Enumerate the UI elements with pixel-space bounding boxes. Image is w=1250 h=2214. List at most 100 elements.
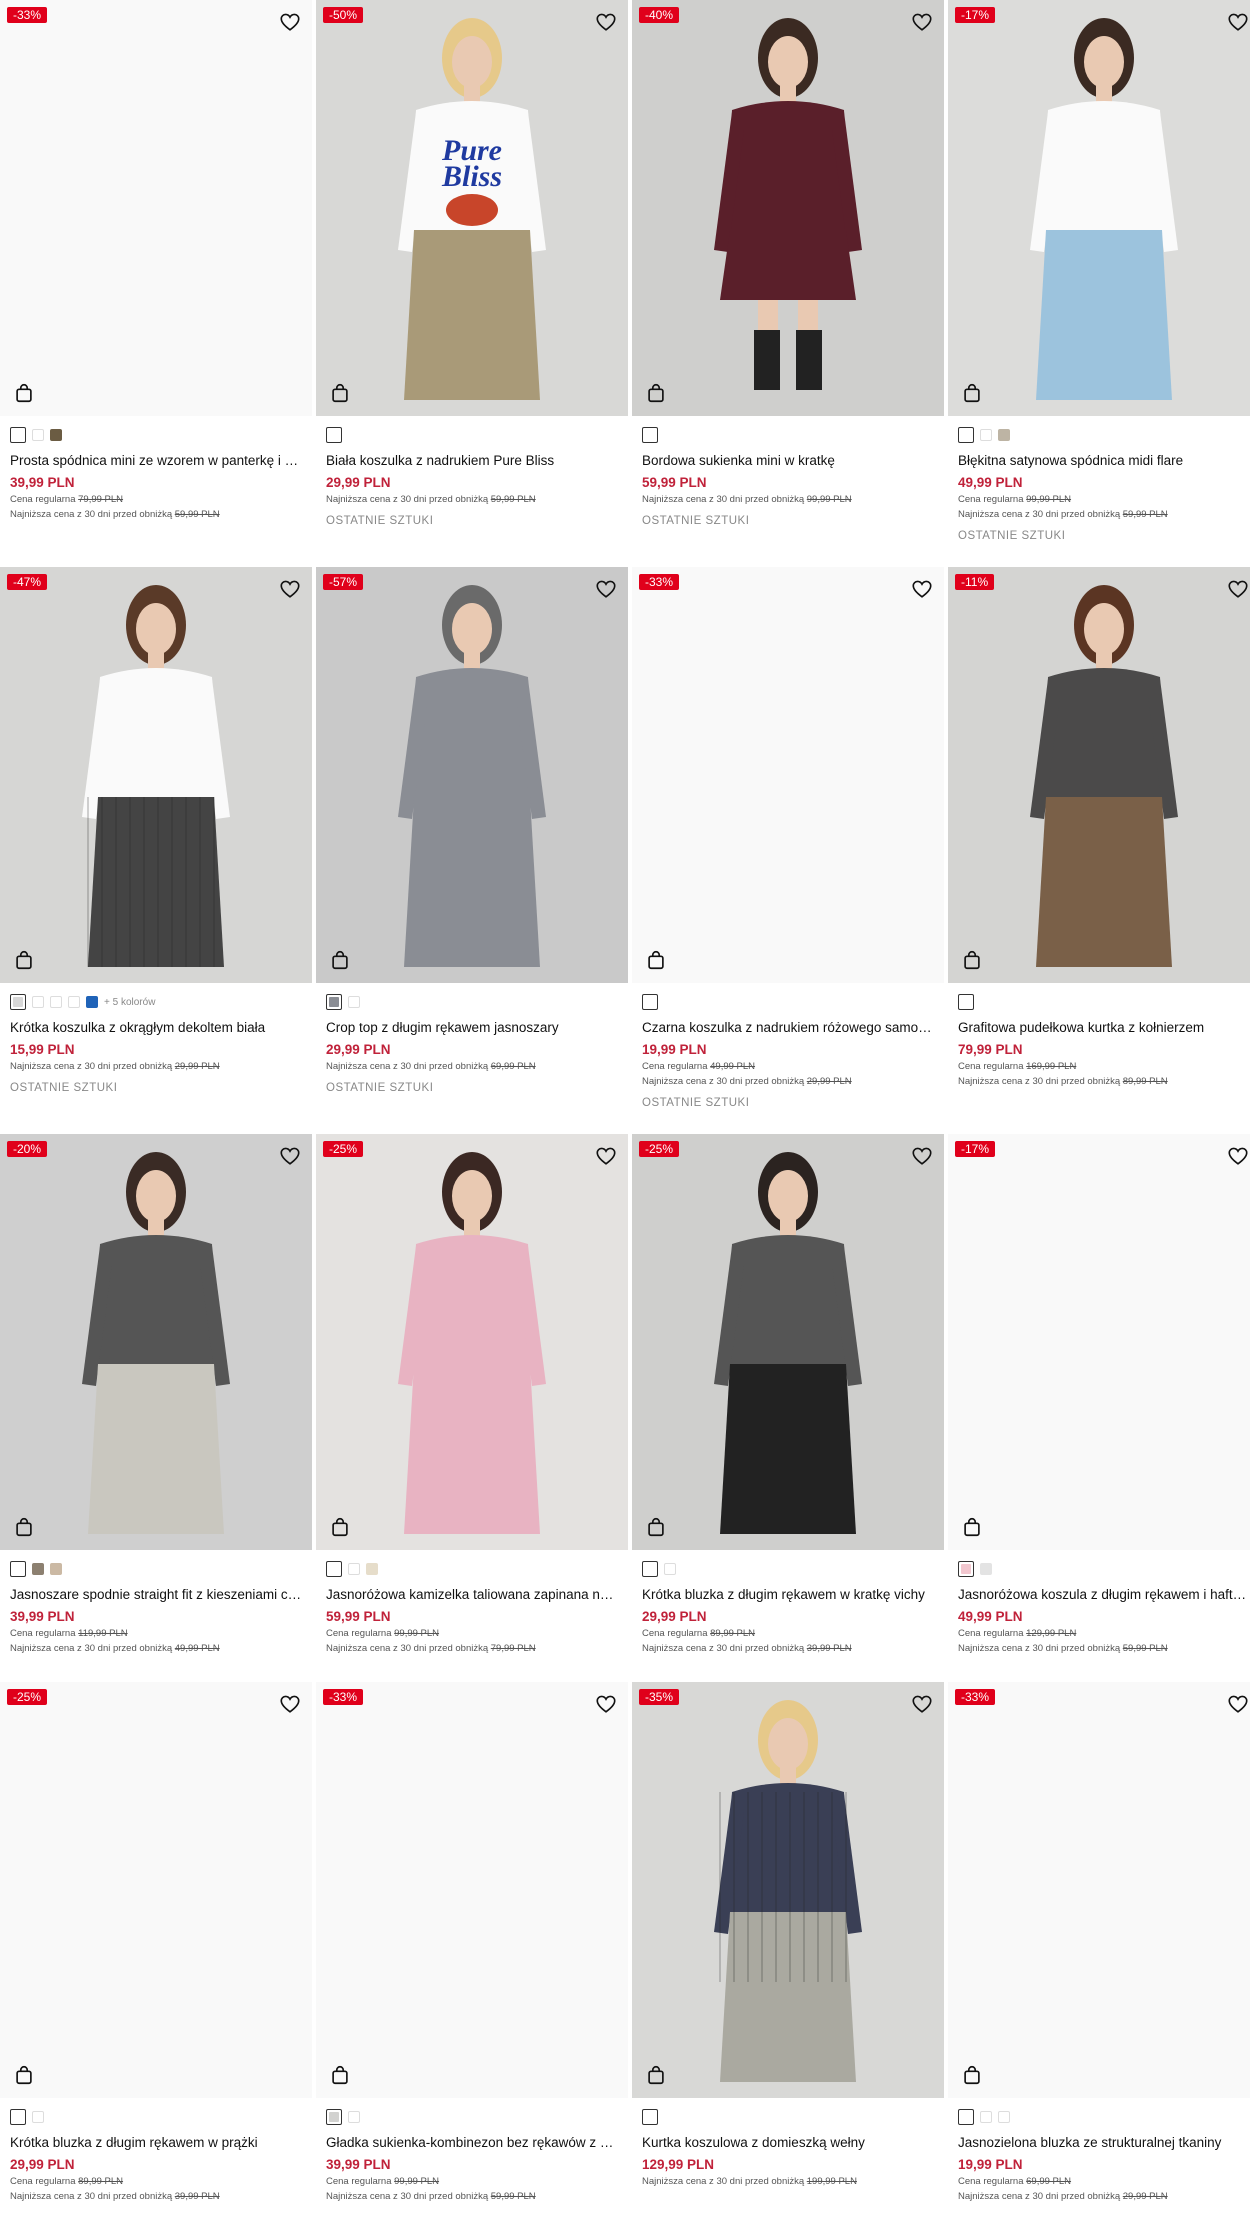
product-name[interactable]: Jasnozielona bluzka ze strukturalnej tka… xyxy=(958,2135,1250,2150)
shopping-bag-icon[interactable] xyxy=(961,2064,983,2086)
product-name[interactable]: Kurtka koszulowa z domieszką wełny xyxy=(642,2135,934,2150)
color-swatch-selected[interactable] xyxy=(326,994,342,1010)
color-swatch[interactable] xyxy=(86,996,98,1008)
color-swatch-selected[interactable] xyxy=(642,427,658,443)
heart-icon[interactable] xyxy=(1227,11,1249,33)
heart-icon[interactable] xyxy=(1227,1145,1249,1167)
shopping-bag-icon[interactable] xyxy=(13,382,35,404)
product-image[interactable]: -33% xyxy=(948,1682,1250,2098)
color-swatch-selected[interactable] xyxy=(326,1561,342,1577)
shopping-bag-icon[interactable] xyxy=(329,1516,351,1538)
color-swatch[interactable] xyxy=(366,1563,378,1575)
product-image[interactable]: -25% xyxy=(316,1134,628,1550)
heart-icon[interactable] xyxy=(595,578,617,600)
heart-icon[interactable] xyxy=(595,1693,617,1715)
product-image[interactable]: -17% xyxy=(948,1134,1250,1550)
product-card[interactable]: -47% + 5 kolorów Krótka koszulka z okrąg… xyxy=(0,567,312,1094)
color-swatch-selected[interactable] xyxy=(642,2109,658,2125)
product-card[interactable]: -33% Gładka sukienka-kombinezon bez ręka… xyxy=(316,1682,628,2202)
product-name[interactable]: Czarna koszulka z nadrukiem różowego sam… xyxy=(642,1020,934,1035)
shopping-bag-icon[interactable] xyxy=(645,949,667,971)
heart-icon[interactable] xyxy=(911,1693,933,1715)
color-swatch-selected[interactable] xyxy=(642,1561,658,1577)
product-image[interactable]: -20% xyxy=(0,1134,312,1550)
heart-icon[interactable] xyxy=(279,578,301,600)
product-card[interactable]: -40% Bordowa sukienka mini w kratkę 59,9… xyxy=(632,0,944,527)
product-image[interactable]: -11% xyxy=(948,567,1250,983)
color-swatch[interactable] xyxy=(664,1563,676,1575)
color-swatch-selected[interactable] xyxy=(958,427,974,443)
color-swatch[interactable] xyxy=(32,429,44,441)
color-swatch-selected[interactable] xyxy=(326,427,342,443)
color-swatch[interactable] xyxy=(998,429,1010,441)
shopping-bag-icon[interactable] xyxy=(13,2064,35,2086)
color-swatch[interactable] xyxy=(980,429,992,441)
color-swatch-selected[interactable] xyxy=(958,2109,974,2125)
color-swatch-selected[interactable] xyxy=(642,994,658,1010)
product-card[interactable]: -33% Jasnozielona bluzka ze strukturalne… xyxy=(948,1682,1250,2202)
product-name[interactable]: Krótka bluzka z długim rękawem w prążki xyxy=(10,2135,302,2150)
color-swatch[interactable] xyxy=(50,429,62,441)
product-name[interactable]: Jasnoróżowa kamizelka taliowana zapinana… xyxy=(326,1587,618,1602)
shopping-bag-icon[interactable] xyxy=(645,1516,667,1538)
color-swatch-selected[interactable] xyxy=(10,1561,26,1577)
shopping-bag-icon[interactable] xyxy=(13,949,35,971)
product-image[interactable]: -33% xyxy=(632,567,944,983)
product-image[interactable]: -40% xyxy=(632,0,944,416)
shopping-bag-icon[interactable] xyxy=(645,382,667,404)
shopping-bag-icon[interactable] xyxy=(961,1516,983,1538)
product-name[interactable]: Crop top z długim rękawem jasnoszary xyxy=(326,1020,618,1035)
heart-icon[interactable] xyxy=(595,1145,617,1167)
color-swatch[interactable] xyxy=(348,996,360,1008)
color-swatch[interactable] xyxy=(50,1563,62,1575)
product-name[interactable]: Prosta spódnica mini ze wzorem w panterk… xyxy=(10,453,302,468)
product-name[interactable]: Bordowa sukienka mini w kratkę xyxy=(642,453,934,468)
shopping-bag-icon[interactable] xyxy=(961,949,983,971)
product-name[interactable]: Jasnoróżowa koszula z długim rękawem i h… xyxy=(958,1587,1250,1602)
heart-icon[interactable] xyxy=(911,578,933,600)
product-image[interactable]: -33% xyxy=(316,1682,628,2098)
shopping-bag-icon[interactable] xyxy=(645,2064,667,2086)
product-image[interactable]: -25% xyxy=(0,1682,312,2098)
shopping-bag-icon[interactable] xyxy=(329,382,351,404)
product-name[interactable]: Grafitowa pudełkowa kurtka z kołnierzem xyxy=(958,1020,1250,1035)
color-swatch[interactable] xyxy=(348,1563,360,1575)
color-swatch[interactable] xyxy=(980,2111,992,2123)
product-image[interactable]: -25% xyxy=(632,1134,944,1550)
product-name[interactable]: Błękitna satynowa spódnica midi flare xyxy=(958,453,1250,468)
color-swatch[interactable] xyxy=(50,996,62,1008)
more-colors-link[interactable]: + 5 kolorów xyxy=(104,997,155,1008)
heart-icon[interactable] xyxy=(279,11,301,33)
product-card[interactable]: -35% Kurtka koszulowa z domieszką wełny … xyxy=(632,1682,944,2187)
product-image[interactable]: -17% xyxy=(948,0,1250,416)
product-name[interactable]: Biała koszulka z nadrukiem Pure Bliss xyxy=(326,453,618,468)
color-swatch[interactable] xyxy=(32,996,44,1008)
color-swatch-selected[interactable] xyxy=(958,994,974,1010)
product-image[interactable]: Pure Bliss -50% xyxy=(316,0,628,416)
shopping-bag-icon[interactable] xyxy=(13,1516,35,1538)
color-swatch-selected[interactable] xyxy=(10,427,26,443)
color-swatch[interactable] xyxy=(998,2111,1010,2123)
shopping-bag-icon[interactable] xyxy=(329,2064,351,2086)
color-swatch-selected[interactable] xyxy=(958,1561,974,1577)
product-name[interactable]: Krótka bluzka z długim rękawem w kratkę … xyxy=(642,1587,934,1602)
color-swatch[interactable] xyxy=(980,1563,992,1575)
product-card[interactable]: -20% Jasnoszare spodnie straight fit z k… xyxy=(0,1134,312,1654)
product-card[interactable]: -17% Błękitna satynowa spódnica midi fla… xyxy=(948,0,1250,542)
heart-icon[interactable] xyxy=(595,11,617,33)
product-image[interactable]: -57% xyxy=(316,567,628,983)
shopping-bag-icon[interactable] xyxy=(961,382,983,404)
color-swatch[interactable] xyxy=(32,2111,44,2123)
product-name[interactable]: Jasnoszare spodnie straight fit z kiesze… xyxy=(10,1587,302,1602)
product-image[interactable]: -33% xyxy=(0,0,312,416)
color-swatch-selected[interactable] xyxy=(326,2109,342,2125)
product-card[interactable]: -57% Crop top z długim rękawem jasnoszar… xyxy=(316,567,628,1094)
product-card[interactable]: -17% Jasnoróżowa koszula z długim rękawe… xyxy=(948,1134,1250,1654)
product-image[interactable]: -47% xyxy=(0,567,312,983)
product-card[interactable]: -33% Czarna koszulka z nadrukiem różoweg… xyxy=(632,567,944,1109)
product-card[interactable]: -11% Grafitowa pudełkowa kurtka z kołnie… xyxy=(948,567,1250,1087)
color-swatch-selected[interactable] xyxy=(10,2109,26,2125)
product-card[interactable]: -25% Krótka bluzka z długim rękawem w pr… xyxy=(0,1682,312,2202)
color-swatch[interactable] xyxy=(68,996,80,1008)
product-card[interactable]: Pure Bliss -50% Biała koszulka z nadrukie… xyxy=(316,0,628,527)
